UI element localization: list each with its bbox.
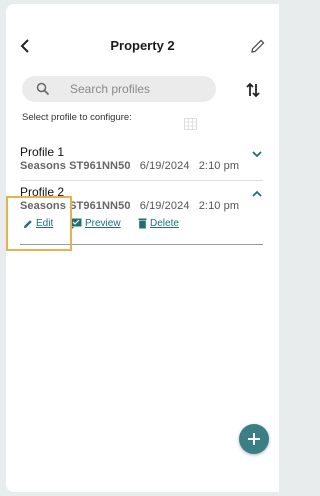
preview-button[interactable]: Preview <box>70 218 121 229</box>
trash-icon <box>138 218 147 229</box>
delete-label: Delete <box>150 218 179 229</box>
search-input[interactable] <box>70 80 210 98</box>
page-title: Property 2 <box>110 38 175 53</box>
profile-season: Seasons <box>20 160 66 172</box>
search-icon <box>36 82 50 96</box>
add-profile-button[interactable] <box>239 424 269 454</box>
header: Property 2 <box>6 32 279 62</box>
preview-label: Preview <box>85 218 121 229</box>
select-profile-hint: Select profile to configure: <box>22 112 132 123</box>
sort-icon[interactable] <box>243 80 263 100</box>
profile-meta: Seasons ST961NN50 6/19/2024 2:10 pm <box>20 160 263 172</box>
grid-icon <box>184 118 197 130</box>
search-bar[interactable] <box>22 76 216 102</box>
plus-icon <box>248 433 260 445</box>
profile-code: ST961NN50 <box>69 160 131 172</box>
profile-time: 2:10 pm <box>198 200 240 212</box>
profile-date: 6/19/2024 <box>139 200 190 212</box>
delete-button[interactable]: Delete <box>138 218 179 229</box>
profile-name: Profile 1 <box>20 145 65 159</box>
pencil-icon[interactable] <box>249 37 267 55</box>
profile-date: 6/19/2024 <box>139 160 190 172</box>
profile-time: 2:10 pm <box>198 160 240 172</box>
profile-code: ST961NN50 <box>69 200 131 212</box>
edit-highlight-box <box>6 196 72 251</box>
profile-item-1[interactable]: Profile 1 Seasons ST961NN50 6/19/2024 2:… <box>20 145 263 181</box>
chevron-up-icon[interactable] <box>251 189 263 199</box>
chevron-down-icon[interactable] <box>251 149 263 159</box>
